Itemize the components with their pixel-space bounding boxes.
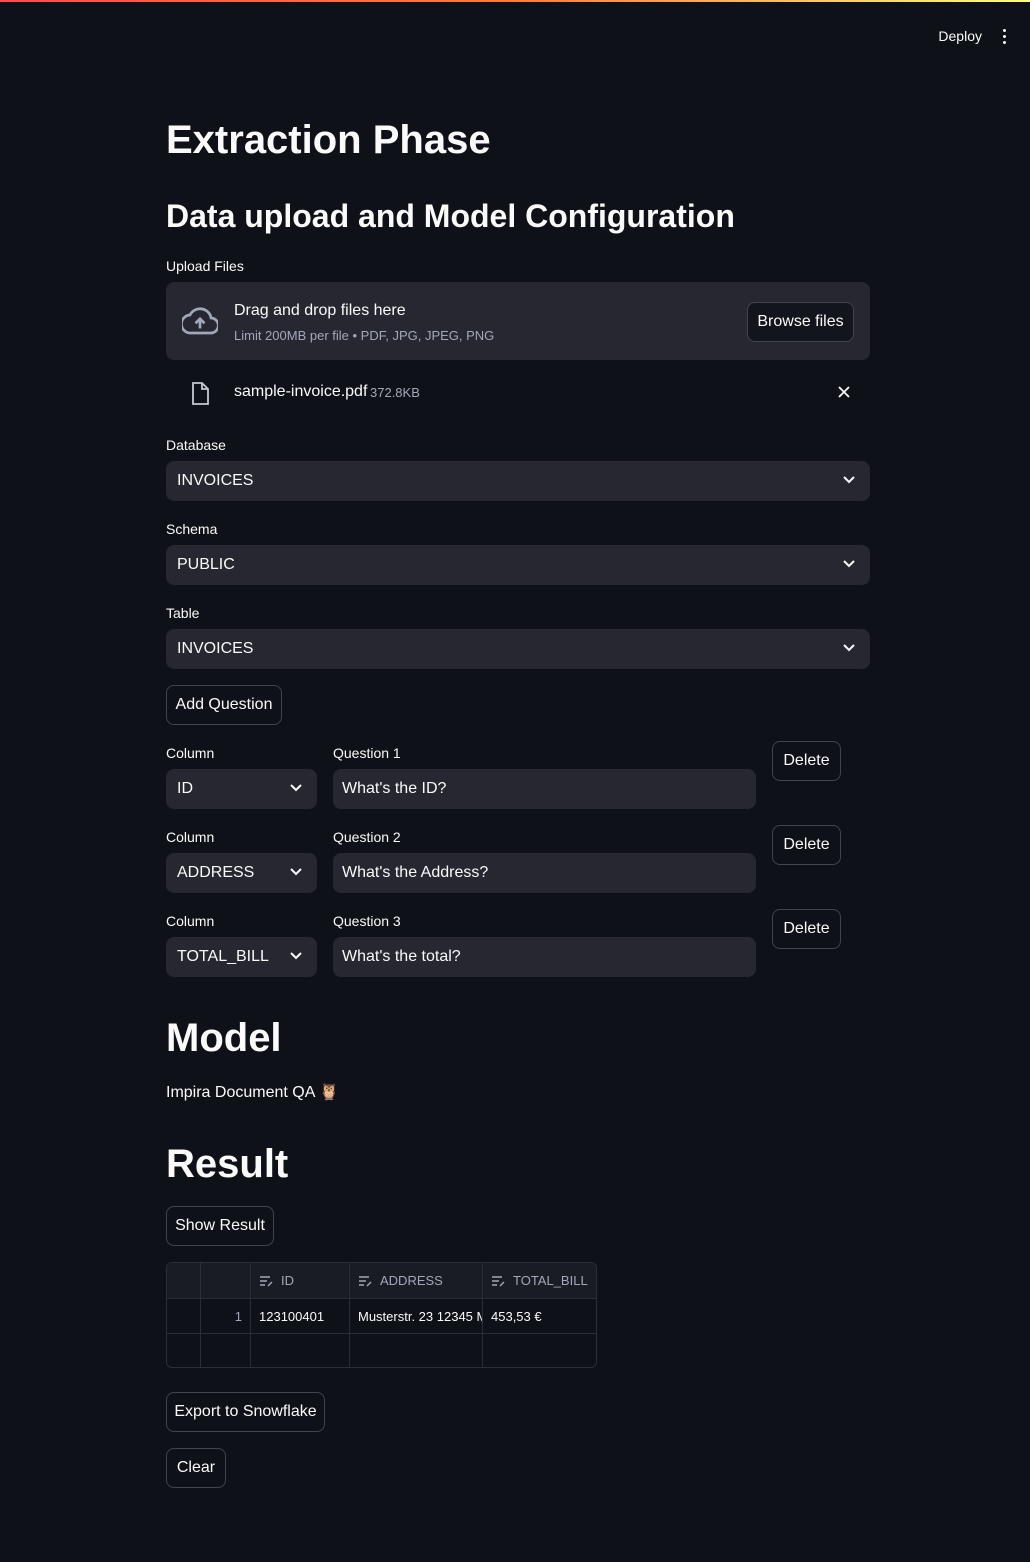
top-decoration-bar	[0, 0, 1030, 2]
table-value: INVOICES	[177, 640, 254, 657]
file-dropzone[interactable]: Drag and drop files here Limit 200MB per…	[166, 282, 870, 360]
delete-button[interactable]: Delete	[772, 825, 841, 865]
text-column-icon	[359, 1275, 372, 1286]
main-menu-icon[interactable]	[996, 22, 1012, 50]
clear-button[interactable]: Clear	[166, 1448, 226, 1488]
show-result-button[interactable]: Show Result	[166, 1206, 274, 1246]
question-label: Question 1	[333, 745, 401, 761]
app-header: Deploy	[938, 22, 1012, 50]
column-header-address[interactable]: ADDRESS	[350, 1263, 483, 1299]
model-heading: Model	[166, 1016, 282, 1060]
table-index-header	[201, 1263, 251, 1299]
table-label: Table	[166, 605, 200, 621]
file-size: 372.8KB	[370, 385, 420, 400]
empty-row-cell[interactable]	[251, 1334, 350, 1367]
close-icon[interactable]	[836, 384, 852, 400]
column-label: Column	[166, 745, 215, 761]
question-input[interactable]: What's the Address?	[333, 853, 756, 893]
chevron-down-icon	[843, 560, 855, 568]
table-corner-cell	[167, 1263, 201, 1299]
column-label: Column	[166, 829, 215, 845]
column-header-label: TOTAL_BILL	[513, 1273, 588, 1288]
column-header-total-bill[interactable]: TOTAL_BILL	[483, 1263, 596, 1299]
column-select[interactable]: ID	[166, 769, 317, 809]
table-select[interactable]: INVOICES	[166, 629, 870, 669]
table-cell-total-bill[interactable]: 453,53 €	[483, 1299, 596, 1334]
page-subtitle: Data upload and Model Configuration	[166, 198, 735, 234]
delete-button[interactable]: Delete	[772, 909, 841, 949]
empty-row-cell[interactable]	[350, 1334, 483, 1367]
empty-row-cell	[201, 1334, 251, 1367]
chevron-down-icon	[290, 868, 302, 876]
database-label: Database	[166, 437, 226, 453]
column-header-id[interactable]: ID	[251, 1263, 350, 1299]
empty-row-cell[interactable]	[483, 1334, 596, 1367]
schema-value: PUBLIC	[177, 556, 235, 573]
dropzone-title: Drag and drop files here	[234, 302, 406, 319]
table-cell-id[interactable]: 123100401	[251, 1299, 350, 1334]
question-input[interactable]: What's the total?	[333, 937, 756, 977]
column-header-label: ID	[281, 1273, 294, 1288]
database-value: INVOICES	[177, 472, 254, 489]
schema-select[interactable]: PUBLIC	[166, 545, 870, 585]
delete-button[interactable]: Delete	[772, 741, 841, 781]
column-value: ADDRESS	[177, 864, 255, 881]
export-to-snowflake-button[interactable]: Export to Snowflake	[166, 1392, 325, 1432]
file-name: sample-invoice.pdf	[234, 383, 368, 400]
chevron-down-icon	[290, 952, 302, 960]
database-select[interactable]: INVOICES	[166, 461, 870, 501]
schema-label: Schema	[166, 521, 218, 537]
question-value: What's the total?	[342, 948, 461, 965]
text-column-icon	[260, 1275, 273, 1286]
upload-label: Upload Files	[166, 258, 244, 274]
question-value: What's the Address?	[342, 864, 489, 881]
column-label: Column	[166, 913, 215, 929]
uploaded-file-row: sample-invoice.pdf 372.8KB	[166, 372, 870, 412]
result-heading: Result	[166, 1142, 289, 1186]
question-input[interactable]: What's the ID?	[333, 769, 756, 809]
deploy-button[interactable]: Deploy	[938, 28, 982, 44]
chevron-down-icon	[843, 644, 855, 652]
chevron-down-icon	[843, 476, 855, 484]
file-icon	[192, 382, 209, 405]
cloud-upload-icon	[182, 307, 218, 335]
row-selector-cell[interactable]	[167, 1334, 201, 1367]
chevron-down-icon	[290, 784, 302, 792]
add-question-button[interactable]: Add Question	[166, 685, 282, 725]
model-name: Impira Document QA 🦉	[166, 1084, 339, 1101]
question-label: Question 2	[333, 829, 401, 845]
row-index: 1	[201, 1299, 251, 1334]
column-value: TOTAL_BILL	[177, 948, 269, 965]
question-label: Question 3	[333, 913, 401, 929]
column-header-label: ADDRESS	[380, 1273, 443, 1288]
page-title: Extraction Phase	[166, 118, 491, 162]
column-select[interactable]: TOTAL_BILL	[166, 937, 317, 977]
result-table[interactable]: ID ADDRESS TOTAL_BILL 1 123100401 Muster…	[166, 1262, 597, 1368]
table-cell-address[interactable]: Musterstr. 23 12345 M	[350, 1299, 483, 1334]
column-value: ID	[177, 780, 193, 797]
question-value: What's the ID?	[342, 780, 447, 797]
dropzone-limits: Limit 200MB per file • PDF, JPG, JPEG, P…	[234, 328, 495, 343]
column-select[interactable]: ADDRESS	[166, 853, 317, 893]
text-column-icon	[492, 1275, 505, 1286]
row-selector-cell[interactable]	[167, 1299, 201, 1334]
browse-files-button[interactable]: Browse files	[747, 302, 854, 342]
